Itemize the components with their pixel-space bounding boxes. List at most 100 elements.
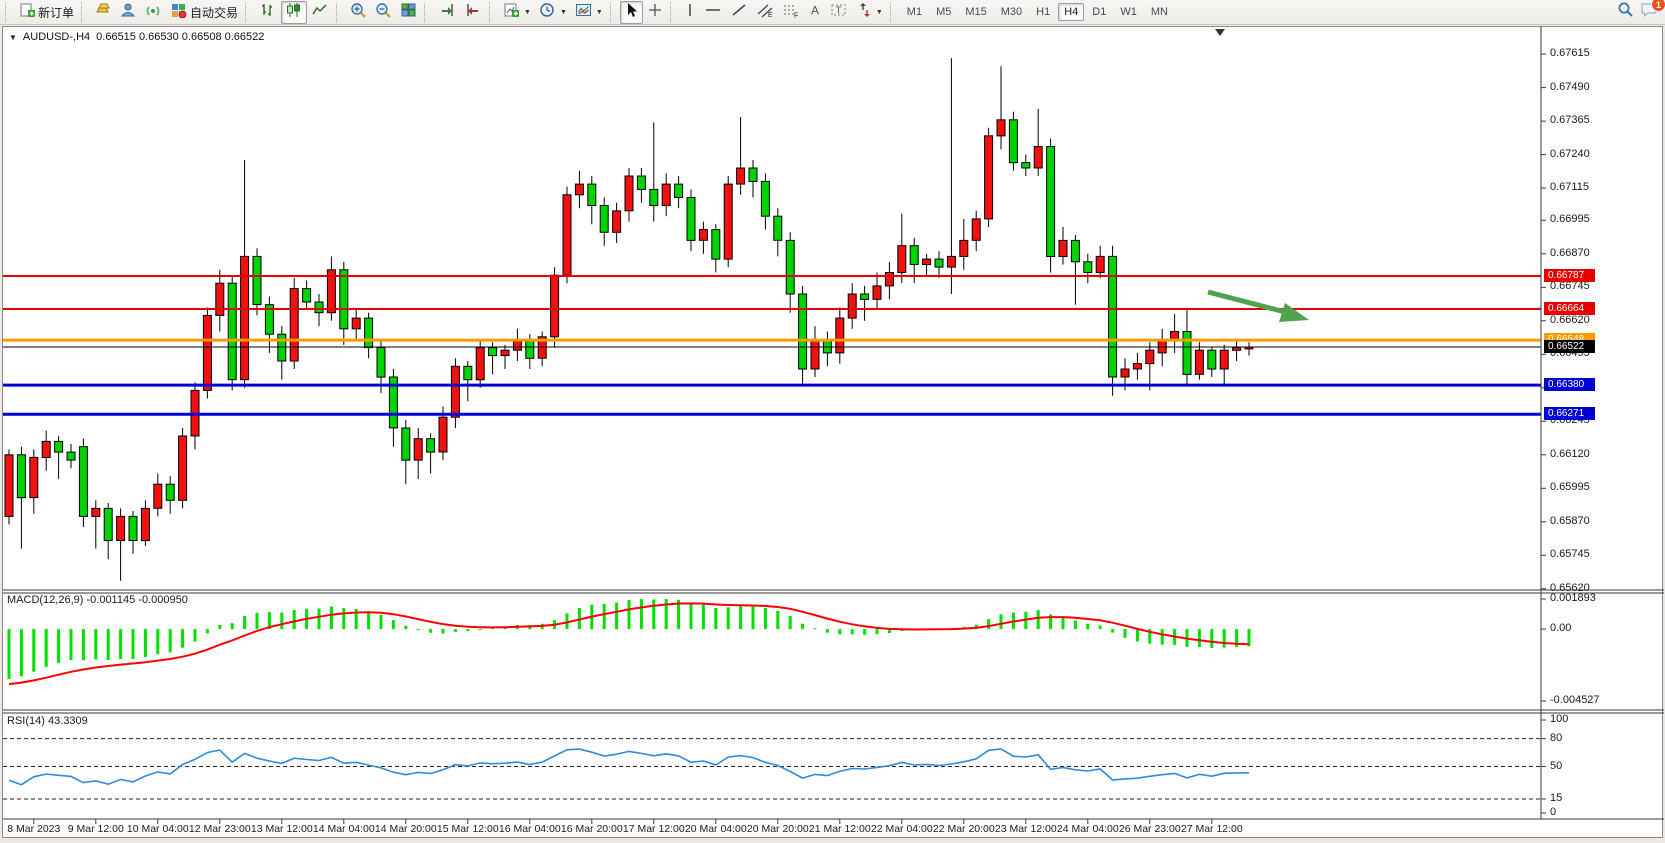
price-line-badge: 0.66522 [1544, 340, 1595, 353]
bar-chart-button[interactable] [255, 1, 281, 24]
time-axis-label: 10 Mar 04:00 [127, 823, 189, 835]
line-chart-button[interactable] [307, 1, 333, 24]
chevron-down-icon: ▼ [876, 9, 883, 16]
text-tool-button[interactable]: A [804, 1, 826, 24]
macd-axis-tick: 0.001893 [1550, 592, 1596, 604]
timeframe-button-m30[interactable]: M30 [995, 3, 1028, 21]
time-axis-label: 20 Mar 20:00 [747, 823, 809, 835]
time-axis-label: 17 Mar 12:00 [623, 823, 685, 835]
svg-text:T: T [835, 5, 841, 16]
chart-plot[interactable] [3, 27, 1664, 839]
chart-symbol-period: AUDUSD-,H4 [23, 31, 90, 43]
vertical-line-tool-button[interactable] [680, 1, 700, 24]
vertical-line-icon [684, 2, 696, 23]
chevron-down-icon: ▼ [524, 9, 531, 16]
timeframe-buttons: M1M5M15M30H1H4D1W1MN [900, 3, 1175, 21]
candlestick-chart-button[interactable] [281, 1, 307, 24]
time-axis-label: 9 Mar 12:00 [68, 823, 124, 835]
channel-tool-button[interactable]: E [752, 1, 778, 24]
price-axis-tick: 0.66745 [1550, 280, 1590, 292]
main-toolbar: 新订单 自动交易 [0, 0, 1665, 25]
gold-bars-icon [95, 2, 112, 23]
time-axis-label: 14 Mar 04:00 [313, 823, 375, 835]
text-icon: A [808, 2, 822, 23]
collapse-triangle-icon[interactable]: ▼ [9, 33, 17, 42]
auto-trading-button[interactable]: 自动交易 [166, 1, 242, 24]
macd-axis-tick: 0.00 [1550, 622, 1571, 634]
price-axis-tick: 0.67115 [1550, 181, 1589, 193]
market-watch-button[interactable] [91, 1, 116, 24]
rsi-value: 43.3309 [48, 715, 88, 727]
price-axis-tick: 0.65745 [1550, 548, 1590, 560]
timeframe-button-m15[interactable]: M15 [959, 3, 992, 21]
time-axis-label: 27 Mar 12:00 [1181, 823, 1243, 835]
rsi-axis-tick: 15 [1550, 792, 1562, 804]
time-axis-label: 22 Mar 20:00 [933, 823, 995, 835]
time-axis-label: 23 Mar 12:00 [995, 823, 1057, 835]
rsi-axis-tick: 0 [1550, 806, 1556, 818]
templates-menu-button[interactable]: ▼ [571, 1, 607, 24]
chart-ohlc-quotes: 0.66515 0.66530 0.66508 0.66522 [96, 31, 264, 43]
new-order-label: 新订单 [38, 4, 74, 21]
price-axis-tick: 0.67615 [1550, 47, 1590, 59]
crosshair-tool-button[interactable] [643, 1, 667, 24]
time-axis-label: 13 Mar 12:00 [251, 823, 313, 835]
chart-window: ▼ AUDUSD-,H4 0.66515 0.66530 0.66508 0.6… [2, 26, 1663, 838]
new-order-icon [19, 2, 35, 23]
chevron-down-icon: ▼ [560, 9, 567, 16]
tile-windows-button[interactable] [396, 1, 421, 24]
arrows-icon [856, 2, 872, 23]
time-axis-label: 21 Mar 12:00 [809, 823, 871, 835]
chat-badge: 1 [1651, 0, 1665, 12]
arrows-tool-button[interactable]: ▼ [852, 1, 887, 24]
zoom-in-button[interactable] [346, 1, 371, 24]
time-axis-label: 20 Mar 04:00 [685, 823, 747, 835]
price-axis-tick: 0.66620 [1550, 314, 1590, 326]
template-icon [575, 2, 592, 23]
time-axis-label: 15 Mar 12:00 [437, 823, 499, 835]
price-line-badge: 0.66271 [1544, 407, 1595, 420]
price-axis-tick: 0.66995 [1550, 213, 1590, 225]
candlestick-chart-icon [285, 2, 303, 23]
timeframe-button-h4[interactable]: H4 [1058, 3, 1084, 21]
price-axis-tick: 0.67490 [1550, 81, 1590, 93]
indicators-menu-button[interactable]: ▼ [499, 1, 535, 24]
time-axis-label: 8 Mar 2023 [7, 823, 60, 835]
text-label-tool-button[interactable]: T [826, 1, 852, 24]
toolbar-grip [5, 3, 11, 22]
client-terminal-button[interactable] [116, 1, 141, 24]
time-axis-label: 16 Mar 20:00 [561, 823, 623, 835]
new-order-button[interactable]: 新订单 [15, 1, 78, 24]
chart-shift-button[interactable] [460, 1, 486, 24]
timeframe-button-m5[interactable]: M5 [930, 3, 957, 21]
price-axis-tick: 0.66120 [1550, 448, 1590, 460]
fibonacci-icon: F [782, 2, 800, 23]
timeframe-button-h1[interactable]: H1 [1030, 3, 1056, 21]
chevron-down-icon: ▼ [596, 9, 603, 16]
fibonacci-tool-button[interactable]: F [778, 1, 804, 24]
search-icon[interactable] [1617, 1, 1634, 23]
clock-icon [539, 2, 556, 23]
auto-scroll-button[interactable] [434, 1, 460, 24]
cursor-tool-button[interactable] [620, 1, 643, 24]
zoom-out-button[interactable] [371, 1, 396, 24]
timeframe-button-m1[interactable]: M1 [901, 3, 928, 21]
rsi-indicator-label: RSI(14) 43.3309 [7, 715, 88, 727]
time-axis-label: 14 Mar 20:00 [375, 823, 437, 835]
tile-windows-icon [400, 2, 417, 23]
cursor-icon [624, 2, 639, 23]
timeframe-button-d1[interactable]: D1 [1086, 3, 1112, 21]
periods-menu-button[interactable]: ▼ [535, 1, 571, 24]
timeframe-button-w1[interactable]: W1 [1114, 3, 1143, 21]
trendline-icon [730, 2, 748, 23]
signals-button[interactable] [141, 1, 166, 24]
svg-text:E: E [768, 12, 773, 18]
time-axis-label: 24 Mar 04:00 [1057, 823, 1119, 835]
chat-button[interactable]: 1 [1640, 1, 1659, 23]
chart-title: ▼ AUDUSD-,H4 0.66515 0.66530 0.66508 0.6… [9, 31, 264, 43]
svg-text:A: A [811, 3, 819, 17]
timeframe-button-mn[interactable]: MN [1145, 3, 1174, 21]
horizontal-line-tool-button[interactable] [700, 1, 726, 24]
trendline-tool-button[interactable] [726, 1, 752, 24]
price-axis-tick: 0.67365 [1550, 114, 1590, 126]
